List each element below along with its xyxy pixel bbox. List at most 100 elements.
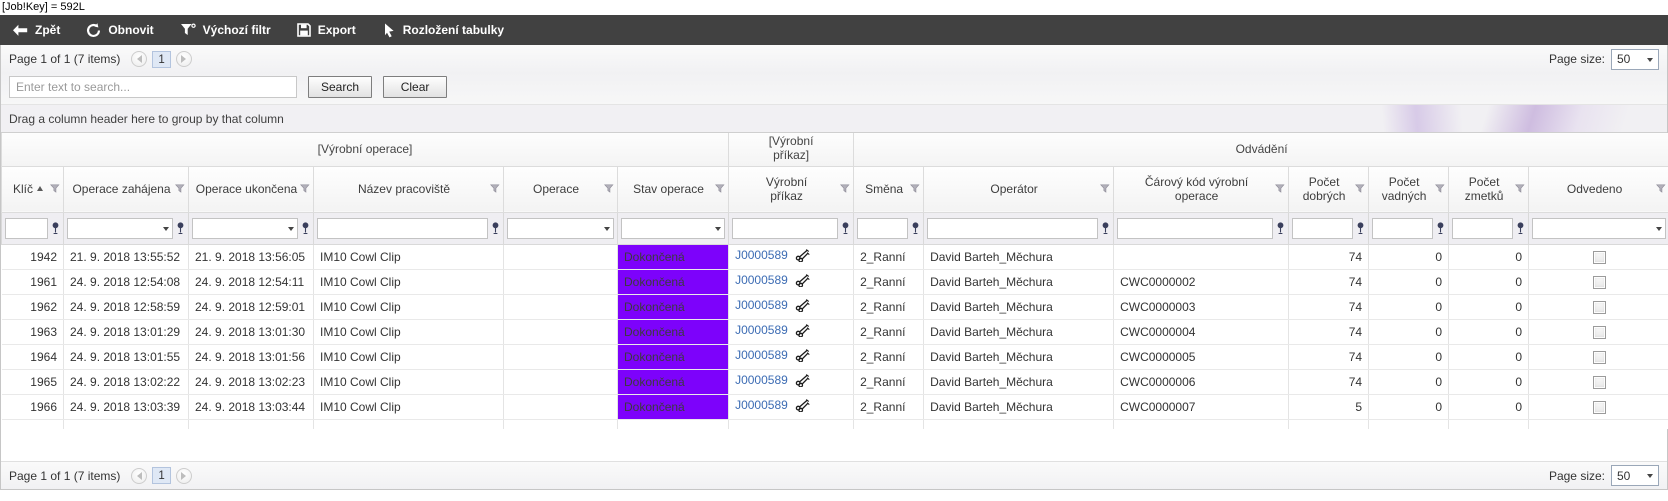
odvedeno-checkbox[interactable] (1592, 275, 1606, 289)
cell-dobrych: 74 (1288, 244, 1370, 270)
header-filter-funnel-icon[interactable] (1515, 182, 1525, 196)
cut-detail-icon[interactable] (795, 323, 810, 340)
toolbar-button-back[interactable]: Zpět (12, 23, 60, 37)
filter-pin-icon[interactable] (176, 221, 185, 235)
filter-combo-stav[interactable] (621, 217, 726, 239)
filter-input-carovy_kod[interactable] (1117, 217, 1274, 239)
filter-pin-icon[interactable] (1436, 221, 1445, 235)
cut-detail-icon[interactable] (795, 248, 810, 265)
cut-detail-icon[interactable] (795, 273, 810, 290)
production-order-link[interactable]: J0000589 (735, 248, 788, 262)
cell-smena: 2_Ranní (853, 319, 925, 345)
page-number-button[interactable]: 1 (152, 467, 171, 484)
filter-input-pracoviste[interactable] (317, 217, 488, 239)
column-header-klic[interactable]: Klíč (1, 165, 64, 213)
column-header-carovy_kod[interactable]: Čárový kód výrobní operace (1113, 165, 1290, 213)
filter-pin-icon[interactable] (1516, 221, 1525, 235)
prev-page-button[interactable] (131, 51, 148, 67)
filter-pin-icon[interactable] (1356, 221, 1365, 235)
header-filter-funnel-icon[interactable] (300, 182, 310, 196)
filter-pin-icon[interactable] (301, 221, 310, 235)
production-order-link[interactable]: J0000589 (735, 373, 788, 387)
filter-input-smena[interactable] (857, 217, 909, 239)
header-filter-funnel-icon[interactable] (910, 182, 920, 196)
header-filter-funnel-icon[interactable] (604, 182, 614, 196)
cut-detail-icon[interactable] (795, 373, 810, 390)
status-badge: Dokončená (617, 244, 730, 270)
production-order-link[interactable]: J0000589 (735, 298, 788, 312)
column-header-dobrych[interactable]: Počet dobrých (1288, 165, 1370, 213)
production-order-link[interactable]: J0000589 (735, 398, 788, 412)
odvedeno-checkbox[interactable] (1592, 400, 1606, 414)
filter-pin-icon[interactable] (911, 221, 920, 235)
column-header-zmetku[interactable]: Počet zmetků (1448, 165, 1530, 213)
filter-pin-icon[interactable] (1101, 221, 1110, 235)
page-size-select[interactable]: 50 (1611, 465, 1659, 486)
odvedeno-checkbox[interactable] (1592, 325, 1606, 339)
cell-pracoviste: IM10 Cowl Clip (313, 244, 504, 270)
header-filter-funnel-icon[interactable] (50, 182, 60, 196)
column-header-ukoncena[interactable]: Operace ukončena (188, 165, 314, 213)
header-filter-funnel-icon[interactable] (490, 182, 500, 196)
header-filter-funnel-icon[interactable] (715, 182, 725, 196)
prev-page-button[interactable] (131, 467, 148, 484)
next-page-button[interactable] (175, 467, 192, 484)
search-input[interactable] (9, 75, 297, 98)
decorative-swirl (1393, 105, 1667, 132)
band-header-2[interactable]: Odvádění (853, 133, 1668, 167)
column-header-pracoviste[interactable]: Název pracoviště (313, 165, 504, 213)
odvedeno-checkbox[interactable] (1592, 250, 1606, 264)
band-header-1[interactable]: [Výrobní příkaz] (728, 133, 855, 167)
filter-combo-zahajena[interactable] (67, 217, 173, 239)
column-header-smena[interactable]: Směna (853, 165, 925, 213)
production-order-link[interactable]: J0000589 (735, 273, 788, 287)
header-filter-funnel-icon[interactable] (840, 182, 850, 196)
filter-pin-icon[interactable] (841, 221, 850, 235)
production-order-link[interactable]: J0000589 (735, 348, 788, 362)
cut-detail-icon[interactable] (795, 348, 810, 365)
cut-detail-icon[interactable] (795, 298, 810, 315)
filter-combo-odvedeno[interactable] (1532, 217, 1667, 239)
production-order-link[interactable]: J0000589 (735, 323, 788, 337)
toolbar-button-table-layout[interactable]: Rozložení tabulky (382, 23, 504, 38)
toolbar-button-refresh[interactable]: Obnovit (86, 22, 154, 38)
column-header-operator[interactable]: Operátor (923, 165, 1115, 213)
filter-input-dobrych[interactable] (1292, 217, 1354, 239)
header-filter-funnel-icon[interactable] (1656, 182, 1666, 196)
filter-input-prikaz[interactable] (732, 217, 839, 239)
next-page-button[interactable] (175, 51, 192, 67)
page-number-button[interactable]: 1 (152, 50, 171, 68)
filter-input-operator[interactable] (927, 217, 1099, 239)
clear-button[interactable]: Clear (383, 75, 448, 98)
odvedeno-checkbox[interactable] (1592, 350, 1606, 364)
filter-input-klic[interactable] (5, 217, 48, 239)
header-filter-funnel-icon[interactable] (1100, 182, 1110, 196)
filter-combo-operace[interactable] (507, 217, 614, 239)
odvedeno-checkbox[interactable] (1592, 300, 1606, 314)
header-filter-funnel-icon[interactable] (1435, 182, 1445, 196)
page-size-select[interactable]: 50 (1611, 48, 1659, 70)
cut-detail-icon[interactable] (795, 398, 810, 415)
column-header-vadnych[interactable]: Počet vadných (1368, 165, 1450, 213)
toolbar-button-default-filter[interactable]: Výchozí filtr (180, 23, 271, 37)
header-filter-funnel-icon[interactable] (175, 182, 185, 196)
group-panel[interactable]: Drag a column header here to group by th… (1, 104, 1667, 133)
filter-pin-icon[interactable] (491, 221, 500, 235)
column-header-stav[interactable]: Stav operace (616, 165, 730, 213)
filler-cell (1368, 419, 1450, 429)
header-filter-funnel-icon[interactable] (1355, 182, 1365, 196)
filter-pin-icon[interactable] (1276, 221, 1285, 235)
odvedeno-checkbox[interactable] (1592, 375, 1606, 389)
column-header-prikaz[interactable]: Výrobní příkaz (728, 165, 855, 213)
search-button[interactable]: Search (308, 75, 373, 98)
column-header-zahajena[interactable]: Operace zahájena (63, 165, 189, 213)
filter-input-zmetku[interactable] (1452, 217, 1514, 239)
band-header-0[interactable]: [Výrobní operace] (0, 133, 730, 167)
column-header-odvedeno[interactable]: Odvedeno (1528, 165, 1668, 213)
column-header-operace[interactable]: Operace (503, 165, 618, 213)
header-filter-funnel-icon[interactable] (1275, 182, 1285, 196)
toolbar-button-export[interactable]: Export (296, 23, 356, 37)
filter-combo-ukoncena[interactable] (192, 217, 298, 239)
filter-input-vadnych[interactable] (1372, 217, 1434, 239)
filter-pin-icon[interactable] (51, 221, 60, 235)
